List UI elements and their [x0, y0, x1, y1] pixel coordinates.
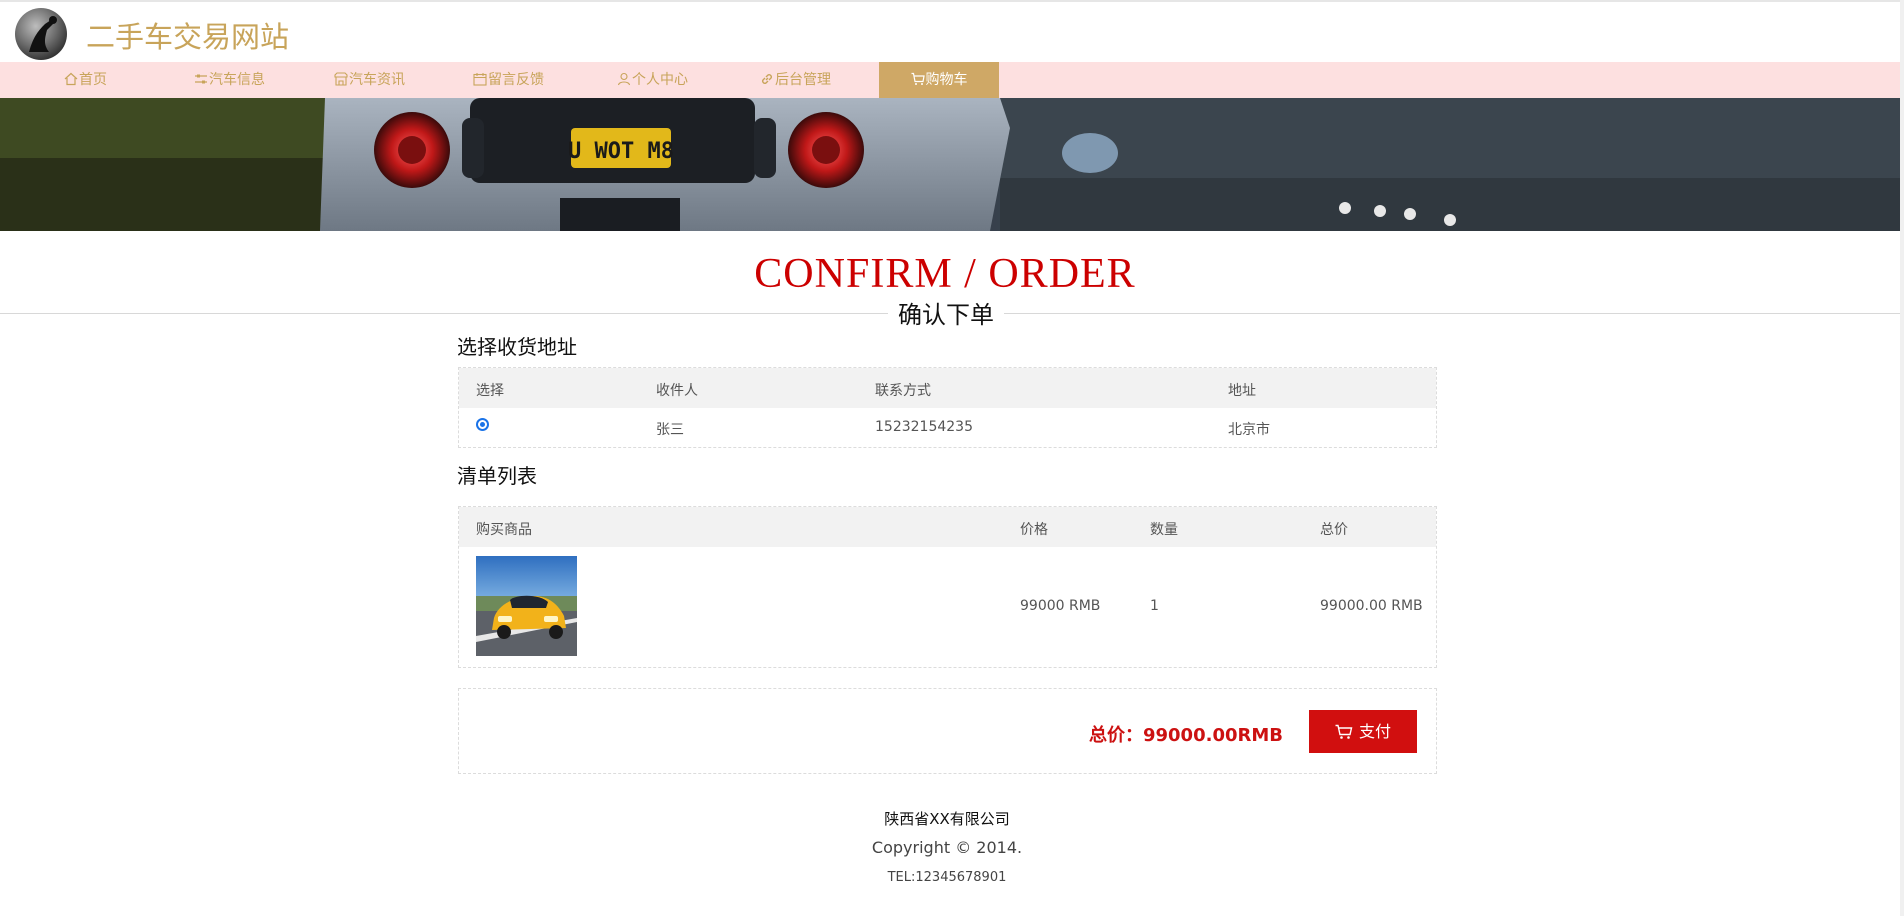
link-icon [762, 74, 772, 84]
footer-copyright: Copyright © 2014. [871, 838, 1023, 857]
table-row: 99000 RMB 1 99000.00 RMB [459, 547, 1436, 667]
calendar-icon [473, 73, 487, 86]
shop-icon [334, 72, 348, 86]
address-value: 北京市 [1228, 422, 1270, 438]
address-table-header: 选择 收件人 联系方式 地址 [459, 368, 1436, 408]
column-header-quantity: 数量 [1150, 522, 1178, 538]
nav-item-user-center[interactable]: 个人中心 [617, 62, 688, 98]
cart-icon [911, 72, 925, 85]
nav-item-label: 后台管理 [775, 72, 831, 88]
order-summary: 总价：99000.00RMB 支付 [458, 688, 1437, 774]
nav-item-admin[interactable]: 后台管理 [760, 62, 831, 98]
site-logo[interactable] [15, 8, 67, 60]
nav-item-car-news[interactable]: 汽车资讯 [334, 62, 405, 98]
footer-company: 陕西省XX有限公司 [884, 810, 1010, 828]
sliders-icon [195, 74, 207, 84]
page-subtitle: 确认下单 [888, 298, 1004, 332]
price-value: 99000 RMB [1020, 598, 1101, 614]
car-rear-illustration: U WOT M8 [0, 98, 1900, 231]
column-header-select: 选择 [476, 383, 504, 399]
nav-item-feedback[interactable]: 留言反馈 [473, 62, 544, 98]
page-scrollbar[interactable] [1900, 0, 1904, 916]
column-header-phone: 联系方式 [875, 383, 931, 399]
nav-item-label: 首页 [79, 72, 107, 88]
quantity-value: 1 [1150, 598, 1159, 614]
column-header-product: 购买商品 [476, 522, 532, 538]
nav-item-label: 留言反馈 [488, 72, 544, 88]
nav-item-label: 个人中心 [632, 72, 688, 88]
banner-image: U WOT M8 [0, 98, 1900, 231]
pay-button[interactable]: 支付 [1309, 710, 1417, 753]
nav-item-label: 购物车 [925, 72, 968, 88]
order-table-header: 购买商品 价格 数量 总价 [459, 507, 1436, 547]
footer-tel: TEL:12345678901 [887, 870, 1007, 885]
order-section-title: 清单列表 [457, 464, 537, 488]
address-section-title: 选择收货地址 [457, 335, 577, 359]
nav-item-home[interactable]: 首页 [64, 62, 107, 98]
nav-item-cart[interactable]: 购物车 [879, 62, 999, 98]
main-nav: 首页 汽车信息 汽车资讯 留言反馈 个人中心 后台管理 购物车 [0, 62, 1900, 98]
page-subtitle-wrap: 确认下单 [0, 298, 1892, 332]
nav-item-car-info[interactable]: 汽车信息 [194, 62, 265, 98]
yellow-car-image [476, 556, 577, 656]
page-title: CONFIRM / ORDER [754, 251, 1136, 297]
home-icon [64, 72, 78, 86]
site-header: 二手车交易网站 [0, 2, 1900, 62]
column-header-recipient: 收件人 [656, 383, 698, 399]
column-header-price: 价格 [1020, 522, 1048, 538]
product-thumbnail[interactable] [476, 556, 577, 656]
column-header-address: 地址 [1228, 383, 1256, 399]
banner-plate-text: U WOT M8 [568, 139, 674, 164]
address-radio[interactable] [476, 418, 489, 431]
subtotal-value: 99000.00 RMB [1320, 598, 1423, 614]
order-table: 购买商品 价格 数量 总价 99000 RMB 1 99000.00 RMB [458, 506, 1437, 668]
total-price: 总价：99000.00RMB [1088, 725, 1283, 746]
cart-icon [1335, 724, 1353, 739]
column-header-subtotal: 总价 [1320, 522, 1348, 538]
recipient-value: 张三 [656, 422, 684, 438]
site-title[interactable]: 二手车交易网站 [86, 14, 289, 56]
address-table: 选择 收件人 联系方式 地址 张三 15232154235 北京市 [458, 367, 1437, 448]
phone-value: 15232154235 [875, 419, 973, 435]
nav-item-label: 汽车资讯 [349, 72, 405, 88]
table-row[interactable]: 张三 15232154235 北京市 [459, 408, 1436, 447]
pay-button-label: 支付 [1358, 722, 1391, 741]
logo-figure-icon [29, 16, 57, 52]
user-icon [617, 72, 631, 86]
nav-item-label: 汽车信息 [209, 72, 265, 88]
